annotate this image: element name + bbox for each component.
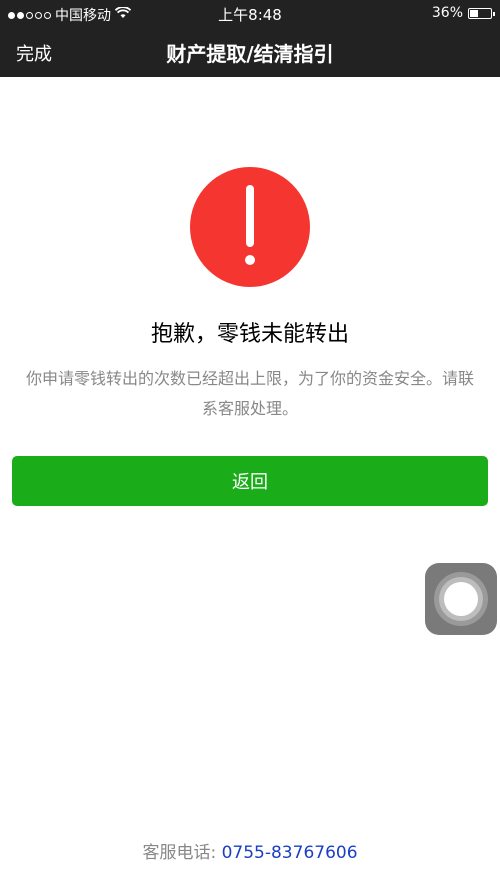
page-title: 财产提取/结清指引 [166,42,334,66]
top-bar: 中国移动 上午8:48 36% 完成 财产提取/结清指引 [0,0,500,77]
battery-nub [493,11,495,16]
status-bar: 中国移动 上午8:48 36% [0,0,500,26]
exclamation-bar [246,185,254,247]
exclamation-dot [245,255,255,265]
status-time: 上午8:48 [218,6,282,24]
battery-icon [468,7,495,19]
back-button[interactable]: 返回 [12,456,488,506]
error-description: 你申请零钱转出的次数已经超出上限，为了你的资金安全。请联系客服处理。 [25,369,474,418]
customer-service-label: 客服电话: [142,843,222,863]
nav-bar: 完成 财产提取/结清指引 [0,26,500,77]
assistive-touch-outer-ring [434,572,488,626]
assistive-touch-core [444,582,478,616]
assistive-touch-middle-ring [439,577,483,621]
battery-percent: 36% [431,5,463,21]
customer-service-footer: 客服电话: 0755-83767606 [0,838,500,863]
assistive-touch-icon[interactable] [425,563,497,635]
battery-fill [470,9,478,17]
customer-service-phone-link[interactable]: 0755-83767606 [222,843,358,863]
exclamation-circle-icon [190,167,310,287]
status-right: 36% [431,5,495,21]
error-title: 抱歉，零钱未能转出 [150,322,349,347]
